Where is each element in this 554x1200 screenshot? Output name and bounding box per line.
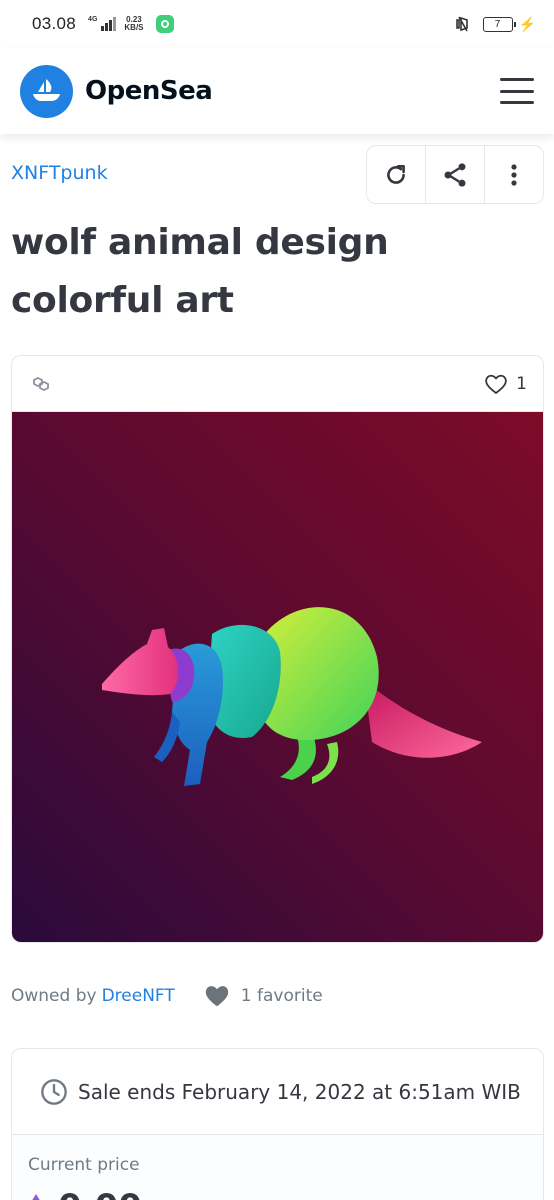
refresh-icon — [387, 164, 405, 184]
nft-image[interactable] — [12, 412, 543, 942]
owner-link[interactable]: DreeNFT — [102, 986, 175, 1006]
battery-icon: 7 — [482, 16, 516, 32]
network-type: 4G — [88, 15, 98, 23]
wolf-artwork — [102, 607, 482, 786]
hamburger-menu-icon[interactable] — [500, 78, 534, 104]
refresh-button[interactable] — [367, 146, 426, 203]
status-bar: 03.08 4G 0.23 KB/S 7 ⚡ — [0, 0, 554, 48]
owner-line: Owned by DreeNFT 1 favorite — [11, 983, 323, 1008]
favorites-text: 1 favorite — [240, 985, 323, 1006]
share-button[interactable] — [426, 146, 485, 203]
owned-by-label: Owned by — [11, 985, 97, 1006]
signal-icon — [101, 17, 117, 31]
price-section: Current price 0.00 — [12, 1135, 543, 1200]
brand-name[interactable]: OpenSea — [85, 76, 213, 106]
heart-icon — [205, 986, 229, 1007]
top-nav: OpenSea — [0, 48, 554, 134]
media-card-header: 1 — [12, 356, 543, 412]
polygon-chain-icon — [33, 376, 49, 391]
like-button[interactable]: 1 — [484, 373, 527, 395]
network-indicator: 4G 0.23 KB/S — [88, 15, 174, 33]
price-row: 0.00 — [28, 1187, 527, 1200]
eth-icon — [32, 1194, 40, 1200]
sale-panel: Sale ends February 14, 2022 at 6:51am WI… — [11, 1048, 544, 1200]
more-icon — [511, 163, 517, 186]
ship-icon — [32, 79, 60, 101]
clock-icon — [41, 1078, 67, 1105]
like-count: 1 — [516, 373, 527, 394]
favorites-count: 1 favorite — [203, 983, 323, 1008]
sale-ends-text: Sale ends February 14, 2022 at 6:51am WI… — [78, 1079, 521, 1104]
media-card: 1 — [11, 355, 544, 943]
vibrate-mute-icon — [455, 16, 468, 32]
status-time: 03.08 — [32, 14, 77, 33]
more-options-button[interactable] — [485, 146, 543, 203]
price-value: 0.00 — [58, 1187, 142, 1200]
item-title-line-1: wolf animal design — [11, 222, 389, 263]
battery-level: 7 — [494, 18, 501, 30]
network-speed: 0.23 KB/S — [124, 15, 144, 32]
current-price-label: Current price — [28, 1155, 140, 1175]
collection-link[interactable]: XNFTpunk — [11, 162, 108, 184]
app-notification-icon — [155, 15, 174, 33]
charging-icon: ⚡ — [518, 15, 536, 32]
sale-countdown: Sale ends February 14, 2022 at 6:51am WI… — [12, 1049, 543, 1135]
share-icon — [444, 162, 466, 187]
heart-outline-icon — [485, 374, 507, 394]
opensea-logo-icon[interactable] — [20, 64, 73, 118]
item-title: wolf animal design colorful art — [11, 214, 511, 330]
item-title-line-2: colorful art — [11, 280, 234, 321]
item-actions — [366, 145, 544, 204]
